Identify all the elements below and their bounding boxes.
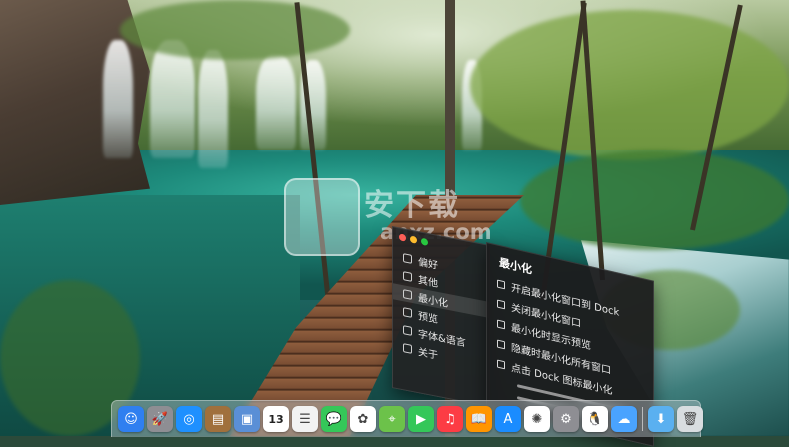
photo-preview-icon[interactable]: ▣ [234,406,260,432]
waterfall [150,40,195,158]
system-preferences-icon[interactable]: ⚙ [553,406,579,432]
finder-icon[interactable]: ☺ [118,406,144,432]
weather-cloud-icon[interactable]: ☁ [611,406,637,432]
close-button[interactable] [399,233,406,242]
sidebar-item-label: 偏好 [418,256,438,272]
dock: ☺ 🚀 ◎ ▤ ▣ 13 ☰ 💬 ✿ ⌖ ▶ ♫ 📖 A ✺ ⚙ 🐧 ☁ ⬇ 🗑 [111,400,703,437]
dock-separator [642,407,643,431]
option-checkbox[interactable] [497,339,505,349]
watermark-logo-icon [284,178,360,256]
preferences-icon [403,252,412,264]
notes-book-icon[interactable]: ▤ [205,406,231,432]
option-checkbox[interactable] [497,299,505,309]
preview-icon [403,306,412,318]
calendar-icon[interactable]: 13 [263,406,289,432]
sidebar-item-label: 预览 [418,310,438,326]
about-icon [403,342,412,354]
tree-canopy [120,0,350,60]
safari-icon[interactable]: ◎ [176,406,202,432]
waterfall [103,40,133,158]
zoom-button[interactable] [421,237,428,246]
window-controls [399,233,428,246]
other-icon [403,270,412,282]
reminders-icon[interactable]: ☰ [292,406,318,432]
pinwheel-icon[interactable]: ✺ [524,406,550,432]
tree-canopy [470,10,789,160]
option-checkbox[interactable] [497,319,505,329]
launchpad-icon[interactable]: 🚀 [147,406,173,432]
qq-penguin-icon[interactable]: 🐧 [582,406,608,432]
waterfall [198,50,228,168]
music-icon[interactable]: ♫ [437,406,463,432]
messages-icon[interactable]: 💬 [321,406,347,432]
minimize-icon [403,288,412,300]
pane-title: 最小化 [499,256,532,277]
photos-icon[interactable]: ✿ [350,406,376,432]
books-icon[interactable]: 📖 [466,406,492,432]
watermark-title: 安下载 [364,188,460,223]
sidebar-item-label: 其他 [418,274,438,290]
maps-icon[interactable]: ⌖ [379,406,405,432]
minimize-button[interactable] [410,235,417,244]
trash-icon[interactable]: 🗑 [677,406,703,432]
facetime-icon[interactable]: ▶ [408,406,434,432]
option-checkbox[interactable] [497,359,505,369]
sidebar-item-label: 关于 [418,346,438,362]
waterfall [256,55,296,150]
font-language-icon [403,324,412,336]
settings-window-3d: 偏好 其他 最小化 预览 字体&语言 关于 最小化 开启最小化窗口到 Dock [386,222,666,447]
option-checkbox[interactable] [497,279,505,289]
app-store-icon[interactable]: A [495,406,521,432]
downloads-folder-icon[interactable]: ⬇ [648,406,674,432]
settings-sidebar: 偏好 其他 最小化 预览 字体&语言 关于 [392,226,490,408]
